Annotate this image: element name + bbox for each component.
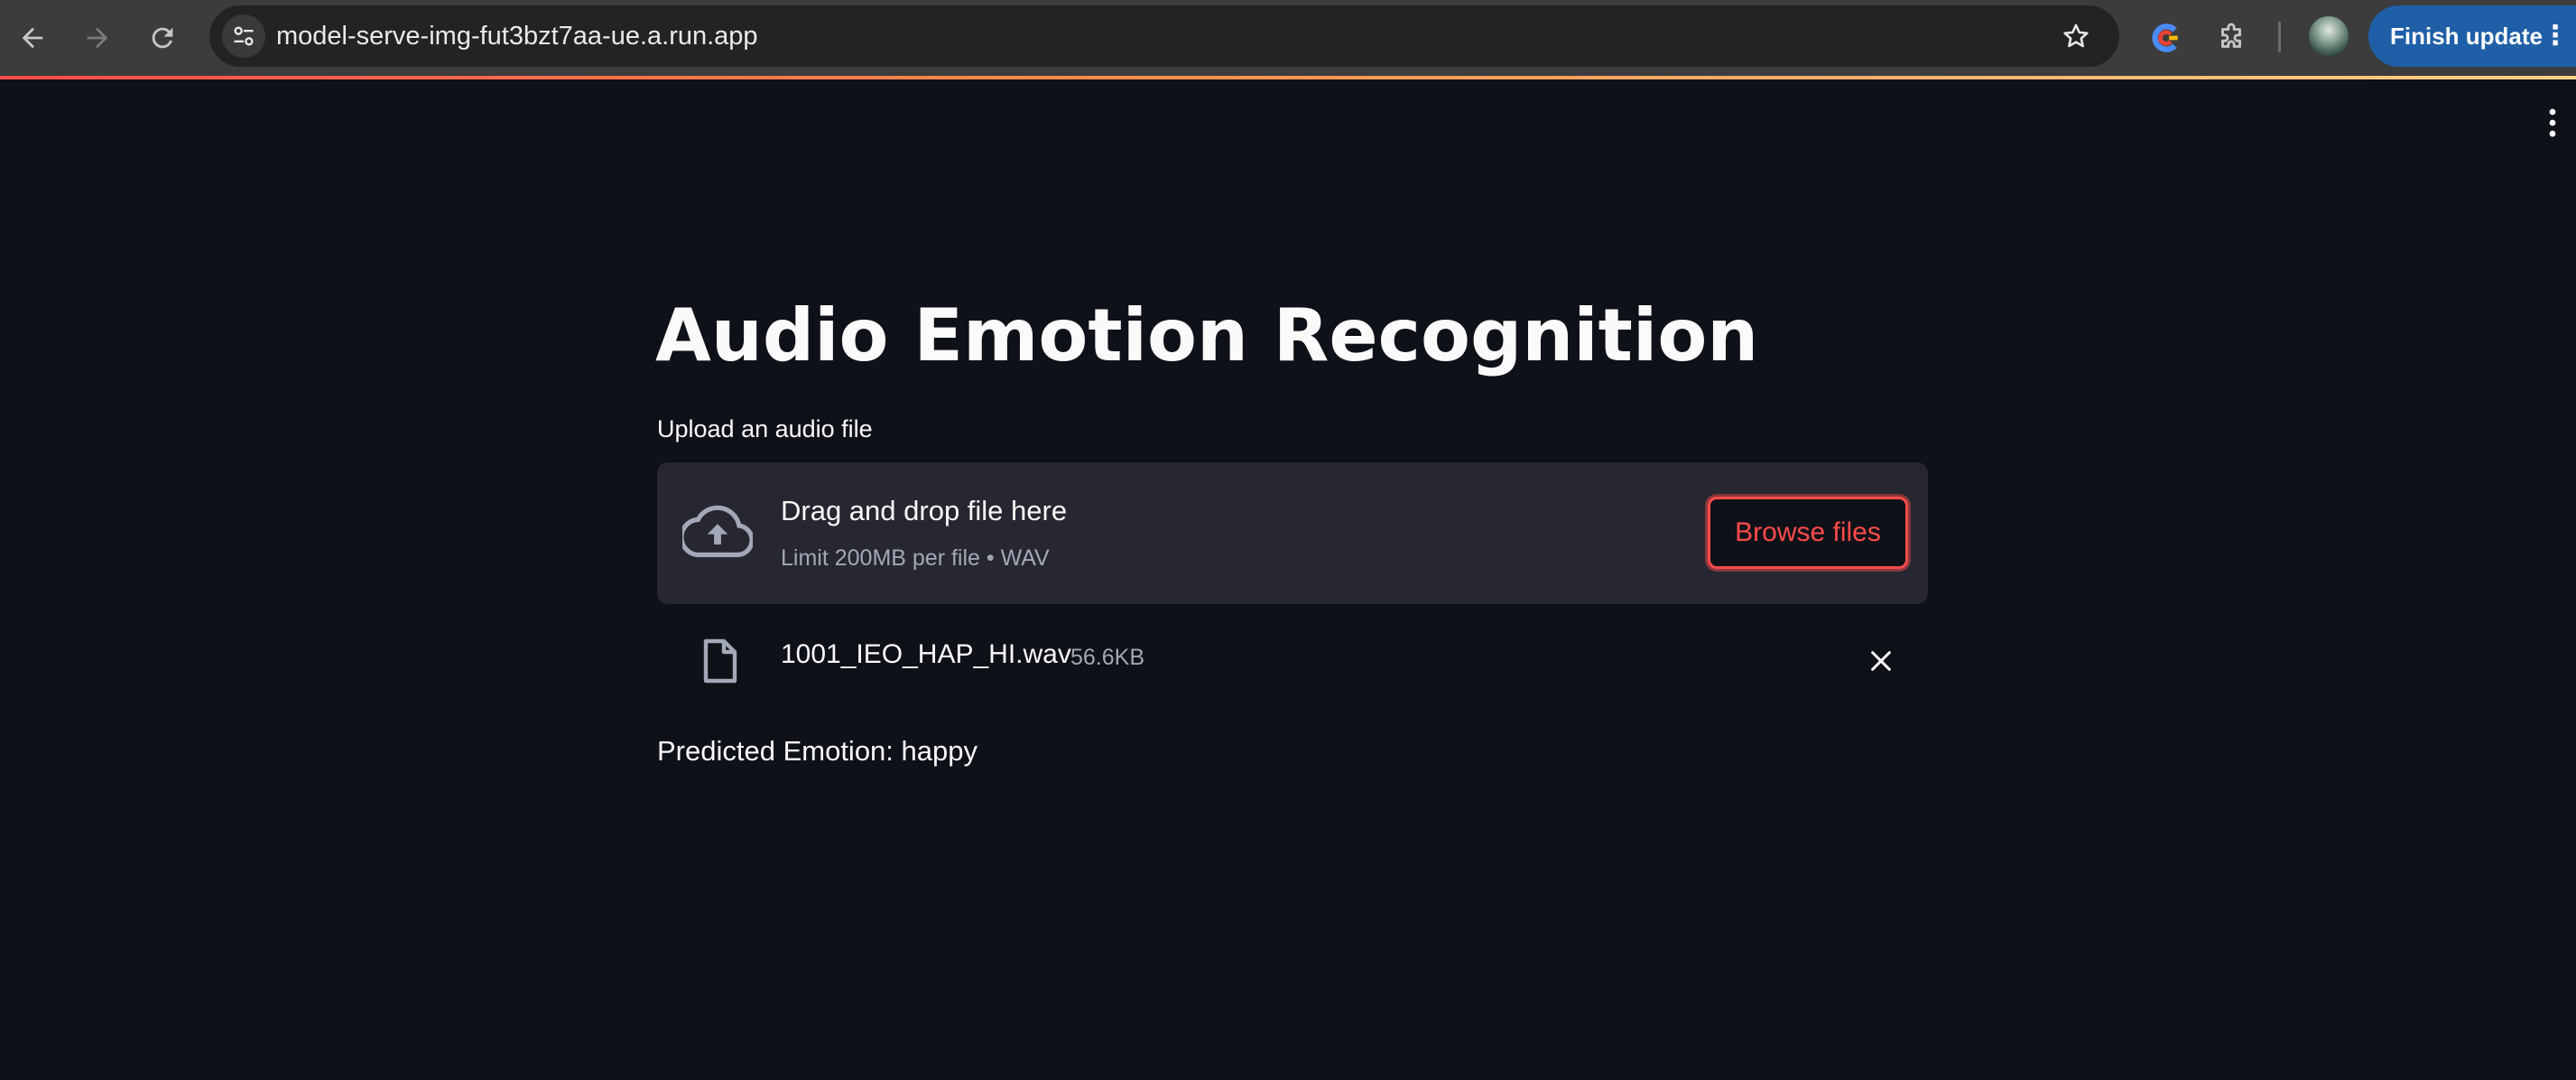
dropzone-instructions: Drag and drop file here — [781, 495, 1068, 526]
uploaded-file-name: 1001_IEO_HAP_HI.wav — [781, 639, 1071, 669]
file-dropzone[interactable]: Drag and drop file here Limit 200MB per … — [657, 462, 1928, 604]
prediction-result: Predicted Emotion: happy — [657, 735, 978, 767]
browse-files-button[interactable]: Browse files — [1708, 497, 1908, 569]
arrow-right-icon — [87, 27, 108, 49]
reload-button[interactable] — [137, 13, 188, 63]
color-extension-icon — [2152, 23, 2178, 52]
forward-button[interactable] — [72, 13, 123, 63]
loading-accent-line — [0, 76, 2576, 79]
toolbar-divider — [2278, 22, 2281, 52]
page-title: Audio Emotion Recognition — [655, 293, 1759, 377]
avatar[interactable] — [2309, 16, 2349, 56]
reload-icon — [152, 27, 173, 49]
uploader-label: Upload an audio file — [657, 415, 873, 442]
tune-icon — [234, 26, 254, 46]
extension-button[interactable] — [2143, 14, 2190, 61]
dropzone-limit-text: Limit 200MB per file • WAV — [781, 545, 1050, 571]
cloud-upload-icon — [682, 505, 753, 557]
site-info-button[interactable] — [222, 14, 265, 58]
finish-update-button[interactable]: Finish update ⋮ — [2368, 5, 2576, 67]
bookmark-button[interactable] — [2056, 16, 2096, 56]
finish-update-label: Finish update — [2390, 23, 2543, 50]
more-vertical-icon — [2549, 108, 2556, 137]
star-icon — [2063, 23, 2089, 48]
browser-toolbar: model-serve-img-fut3bzt7aa-ue.a.run.app … — [0, 0, 2576, 76]
puzzle-icon — [2221, 23, 2241, 48]
extensions-menu-button[interactable] — [2208, 14, 2255, 61]
more-vertical-icon: ⋮ — [2542, 21, 2569, 51]
back-button[interactable] — [7, 13, 58, 63]
file-icon — [703, 638, 737, 684]
address-bar[interactable]: model-serve-img-fut3bzt7aa-ue.a.run.app — [209, 5, 2119, 67]
app-main-menu-button[interactable] — [2536, 105, 2569, 141]
close-icon — [1871, 651, 1891, 671]
url-text[interactable]: model-serve-img-fut3bzt7aa-ue.a.run.app — [276, 5, 758, 67]
arrow-left-icon — [22, 27, 43, 49]
uploaded-file-size: 56.6KB — [1070, 645, 1145, 670]
uploaded-file-item: 1001_IEO_HAP_HI.wav 56.6KB — [657, 623, 1928, 695]
remove-file-button[interactable] — [1865, 645, 1897, 677]
